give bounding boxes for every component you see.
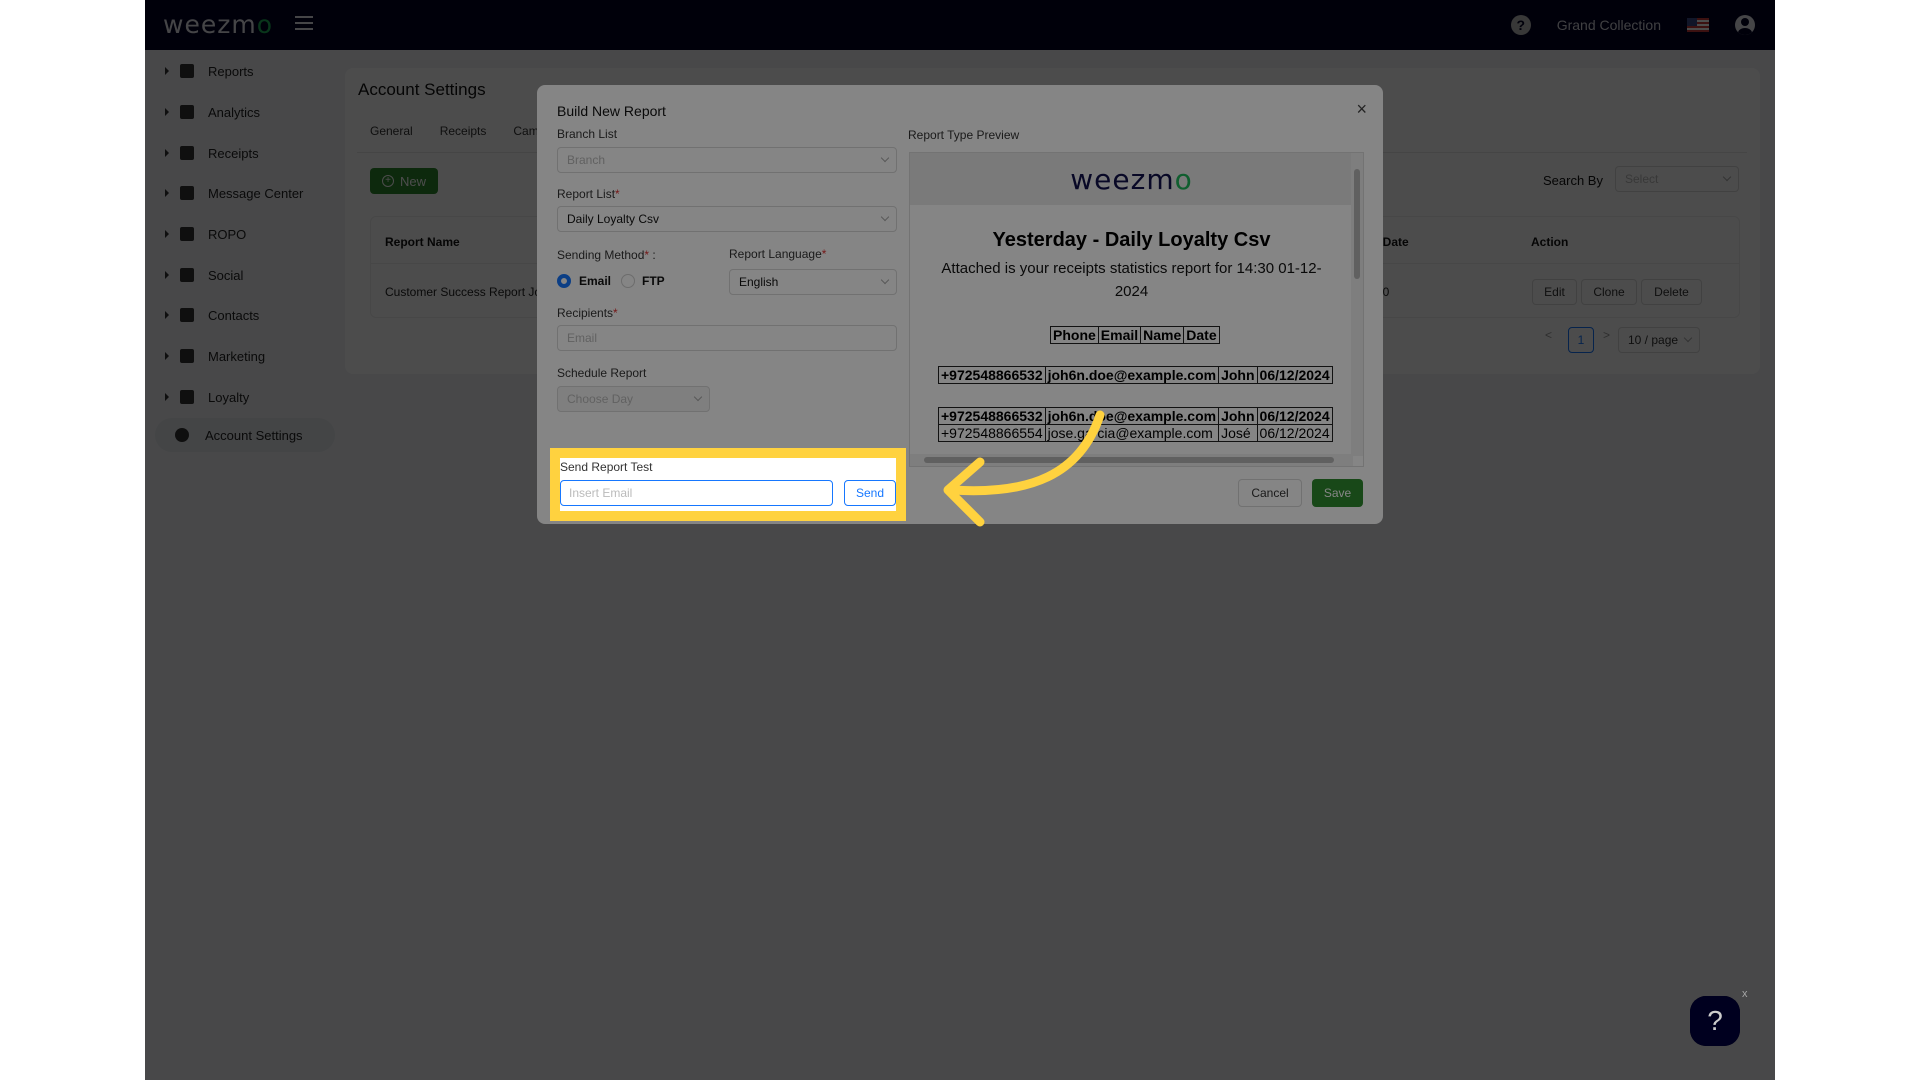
preview-subtitle: Attached is your receipts statistics rep… <box>941 260 1322 300</box>
radio-email[interactable] <box>557 274 571 288</box>
preview-cell: John <box>1218 407 1258 425</box>
preview-cell: José <box>1218 424 1258 442</box>
preview-cell: +972548866532 <box>938 366 1046 384</box>
preview-title: Yesterday - Daily Loyalty Csv <box>992 229 1271 251</box>
save-button[interactable]: Save <box>1312 479 1363 507</box>
branch-select[interactable]: Branch <box>557 147 897 173</box>
chevron-down-icon <box>693 392 703 402</box>
preview-weezmo-logo: weezmo <box>1070 163 1193 196</box>
preview-vertical-scrollbar[interactable] <box>1351 153 1363 456</box>
preview-cell: Date <box>1183 326 1220 344</box>
close-icon[interactable]: × <box>1356 99 1367 120</box>
preview-header-table: Phone Email Name Date <box>1050 326 1220 344</box>
recipients-label: Recipients* <box>557 306 618 320</box>
preview-cell: Name <box>1140 326 1185 344</box>
preview-cell: 06/12/2024 <box>1256 366 1333 384</box>
branch-list-label: Branch List <box>557 127 618 141</box>
cancel-button[interactable]: Cancel <box>1238 479 1302 507</box>
report-list-value: Daily Loyalty Csv <box>567 212 660 226</box>
preview-cell: Phone <box>1050 326 1099 344</box>
preview-row-table: +972548866532 joh6n.doe@example.com John… <box>938 366 1333 384</box>
modal-title: Build New Report <box>557 103 666 119</box>
schedule-day-placeholder: Choose Day <box>567 392 634 406</box>
report-language-select[interactable]: English <box>729 269 897 295</box>
scroll-thumb[interactable] <box>1354 169 1360 279</box>
send-test-highlight: Send Report Test Insert Email Send <box>550 448 906 521</box>
chevron-down-icon <box>880 153 890 163</box>
preview-cell: 06/12/2024 <box>1256 424 1333 442</box>
report-language-label: Report Language* <box>729 247 827 261</box>
recipients-input[interactable]: Email <box>557 325 897 351</box>
test-email-input[interactable]: Insert Email <box>560 480 833 506</box>
preview-cell: joh6n.doe@example.com <box>1044 366 1220 384</box>
branch-placeholder: Branch <box>567 153 606 167</box>
preview-cell: John <box>1218 366 1258 384</box>
send-report-test-section: Send Report Test Insert Email Send <box>560 458 896 511</box>
help-widget-dismiss[interactable]: x <box>1742 988 1748 1000</box>
radio-email-label[interactable]: Email <box>579 274 611 288</box>
schedule-report-label: Schedule Report <box>557 366 647 380</box>
send-report-test-label: Send Report Test <box>560 460 653 474</box>
report-type-preview-label: Report Type Preview <box>908 128 1020 142</box>
chevron-down-icon <box>880 275 890 285</box>
sending-method-label: Sending Method* : <box>557 248 656 262</box>
report-list-label: Report List* <box>557 187 620 201</box>
annotation-arrow-icon <box>943 410 1105 527</box>
help-widget-fab[interactable]: ? <box>1690 996 1740 1046</box>
preview-cell: 06/12/2024 <box>1256 407 1333 425</box>
report-list-select[interactable]: Daily Loyalty Csv <box>557 206 897 232</box>
report-language-value: English <box>739 275 779 289</box>
radio-ftp-label[interactable]: FTP <box>642 274 665 288</box>
send-test-button[interactable]: Send <box>844 480 896 506</box>
chevron-down-icon <box>880 212 890 222</box>
radio-ftp[interactable] <box>621 274 635 288</box>
preview-cell: Email <box>1097 326 1142 344</box>
schedule-day-select[interactable]: Choose Day <box>557 386 710 412</box>
